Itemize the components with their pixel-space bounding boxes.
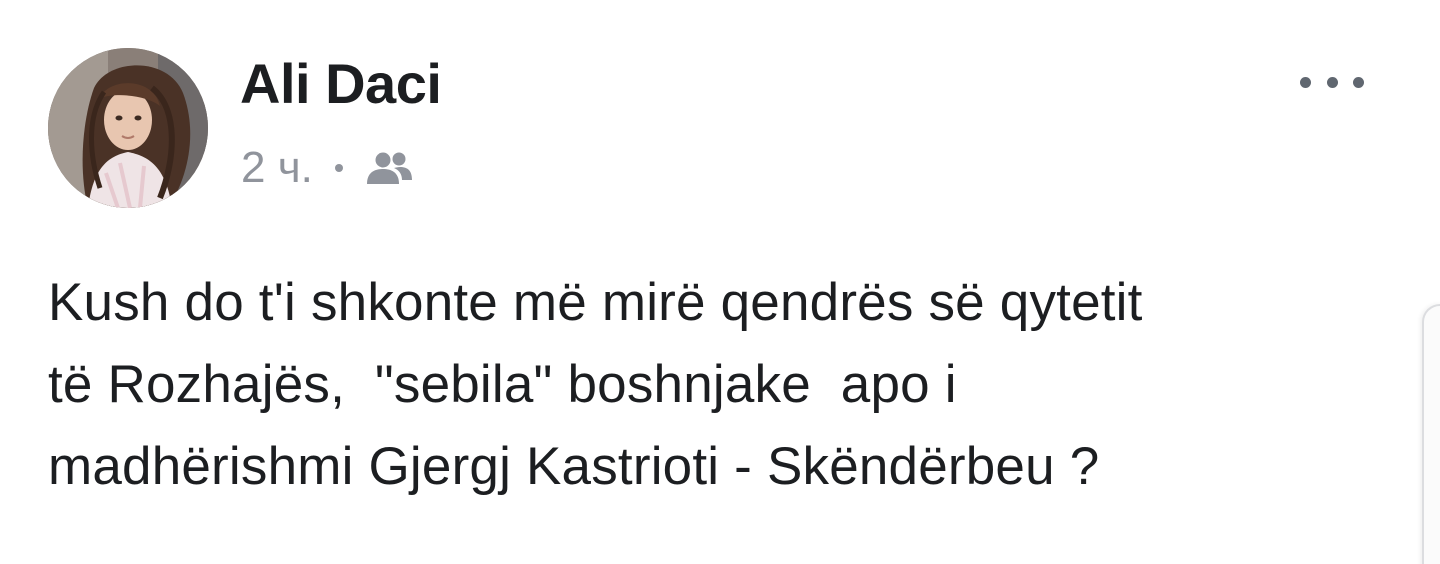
more-horizontal-icon [1353, 76, 1364, 88]
more-options-button[interactable] [1296, 66, 1368, 98]
avatar-photo [48, 48, 208, 208]
post-card: Ali Daci 2 ч. Kush do t'i shkonte më mir… [0, 0, 1440, 564]
side-panel-edge [1422, 304, 1440, 564]
more-horizontal-icon [1326, 76, 1338, 88]
avatar[interactable] [48, 48, 208, 208]
author-name[interactable]: Ali Daci [240, 52, 442, 116]
post-text: Kush do t'i shkonte më mirë qendrës së q… [48, 273, 1143, 496]
more-horizontal-icon [1300, 76, 1311, 88]
post-timestamp[interactable]: 2 ч. [241, 142, 313, 194]
friends-icon[interactable] [363, 150, 415, 186]
post-meta: 2 ч. [241, 142, 415, 194]
separator-dot [334, 164, 343, 172]
